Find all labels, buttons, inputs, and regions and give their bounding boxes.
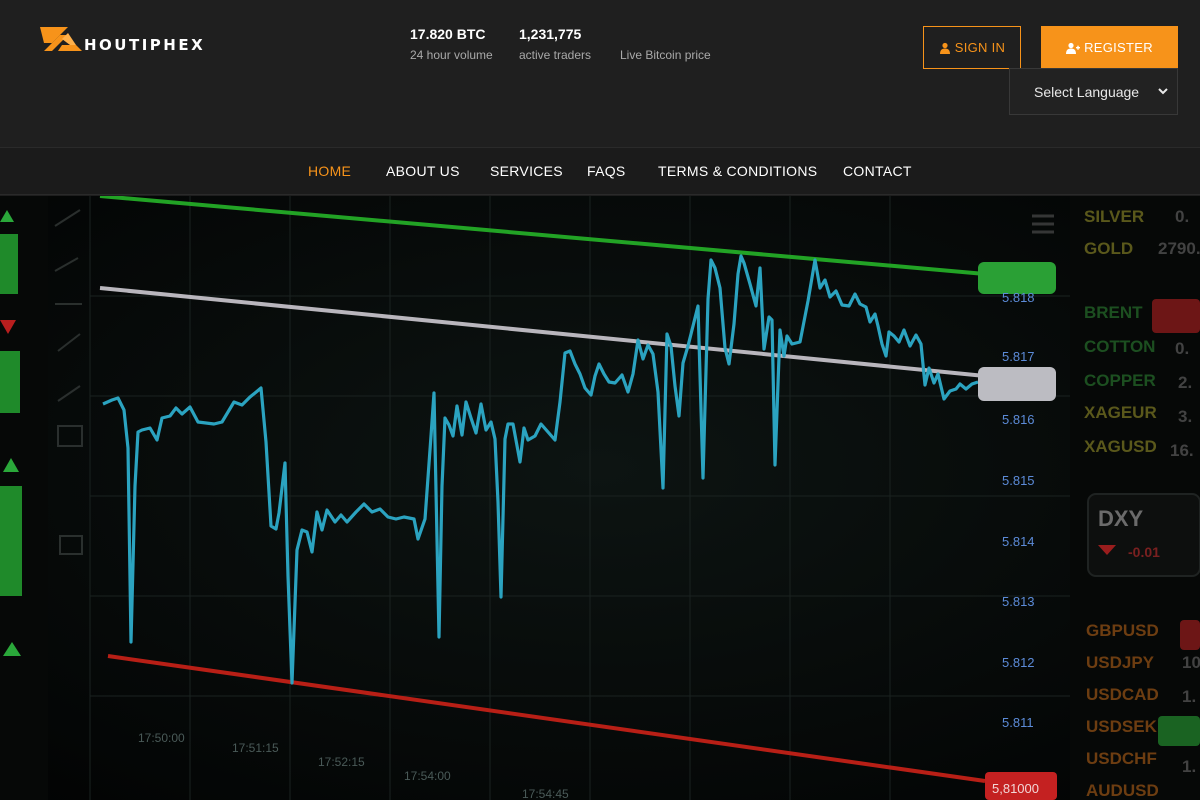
sign-in-button[interactable]: SIGN IN: [923, 26, 1021, 69]
ticker-value: 0.: [1175, 207, 1189, 226]
price-label: 5.816: [1002, 412, 1035, 427]
stat-volume-value: 17.820 BTC: [410, 26, 486, 42]
language-select-value: Select Language: [1034, 83, 1140, 100]
logo-mark-icon: [40, 27, 82, 51]
nav-contact[interactable]: CONTACT: [843, 163, 912, 179]
ticker-value: 3.: [1178, 407, 1192, 426]
price-label: 5.817: [1002, 349, 1035, 364]
time-label: 17:50:00: [138, 731, 185, 745]
nav-home[interactable]: HOME: [308, 163, 351, 179]
ticker-value: 16.: [1170, 441, 1194, 460]
ticker: COTTON: [1084, 337, 1155, 356]
ticker-value: 2790.: [1158, 239, 1200, 258]
price-label: 5.814: [1002, 534, 1035, 549]
main-nav: HOME ABOUT US SERVICES FAQS TERMS & COND…: [0, 147, 1200, 195]
dxy-change: -0.01: [1128, 544, 1160, 560]
stat-bitcoin-price-label: Live Bitcoin price: [620, 48, 711, 62]
stat-bitcoin-price-value: [620, 26, 711, 44]
ticker: USDSEK: [1086, 717, 1158, 736]
sign-in-label: SIGN IN: [954, 40, 1006, 55]
time-label: 17:54:45: [522, 787, 569, 800]
stat-volume-label: 24 hour volume: [410, 48, 493, 62]
user-icon: [939, 42, 950, 54]
time-label: 17:52:15: [318, 755, 365, 769]
logo-text: HOUTIPHEX: [84, 36, 206, 54]
ticker: GOLD: [1084, 239, 1133, 258]
hero-trading-image: 5.818 5.817 5.816 5.815 5.814 5.813 5.81…: [0, 196, 1200, 800]
stat-volume: 17.820 BTC 24 hour volume: [410, 26, 493, 62]
register-label: REGISTER: [1084, 40, 1153, 55]
dxy-label: DXY: [1098, 506, 1144, 531]
ticker: GBPUSD: [1086, 621, 1159, 640]
ticker: BRENT: [1084, 303, 1143, 322]
ticker: USDCHF: [1086, 749, 1157, 768]
nav-terms-conditions[interactable]: TERMS & CONDITIONS: [658, 163, 817, 179]
ticker-value: 2.: [1178, 373, 1192, 392]
chevron-down-icon: [1158, 88, 1168, 95]
price-label: 5.818: [1002, 290, 1035, 305]
ticker-value: 10: [1182, 653, 1200, 672]
time-label: 17:54:00: [404, 769, 451, 783]
price-label: 5.811: [1002, 715, 1034, 730]
language-select[interactable]: Select Language: [1009, 68, 1178, 115]
ticker-value: 1.: [1182, 687, 1196, 706]
user-plus-icon: [1066, 42, 1081, 54]
ticker: USDJPY: [1086, 653, 1155, 672]
time-label: 17:51:15: [232, 741, 279, 755]
ticker: XAGUSD: [1084, 437, 1157, 456]
price-label: 5.813: [1002, 594, 1035, 609]
ticker: SILVER: [1084, 207, 1144, 226]
nav-about-us[interactable]: ABOUT US: [386, 163, 460, 179]
ticker: USDCAD: [1086, 685, 1159, 704]
ticker: COPPER: [1084, 371, 1156, 390]
stat-traders-value: 1,231,775: [519, 26, 582, 42]
nav-faqs[interactable]: FAQS: [587, 163, 626, 179]
trading-chart-photo: 5.818 5.817 5.816 5.815 5.814 5.813 5.81…: [0, 196, 1200, 800]
register-button[interactable]: REGISTER: [1041, 26, 1178, 69]
nav-services[interactable]: SERVICES: [490, 163, 563, 179]
ticker-value: 1.: [1182, 757, 1196, 776]
price-label: 5.815: [1002, 473, 1035, 488]
price-label: 5.812: [1002, 655, 1035, 670]
price-label: 5,81000: [992, 781, 1039, 796]
stat-traders: 1,231,775 active traders: [519, 26, 591, 62]
ticker-value: 0.: [1175, 339, 1189, 358]
stat-traders-label: active traders: [519, 48, 592, 62]
ticker: XAGEUR: [1084, 403, 1157, 422]
ticker: AUDUSD: [1086, 781, 1159, 800]
top-header: HOUTIPHEX 17.820 BTC 24 hour volume 1,23…: [0, 0, 1200, 147]
stat-bitcoin-price: Live Bitcoin price: [620, 26, 711, 62]
logo[interactable]: HOUTIPHEX: [38, 24, 205, 54]
